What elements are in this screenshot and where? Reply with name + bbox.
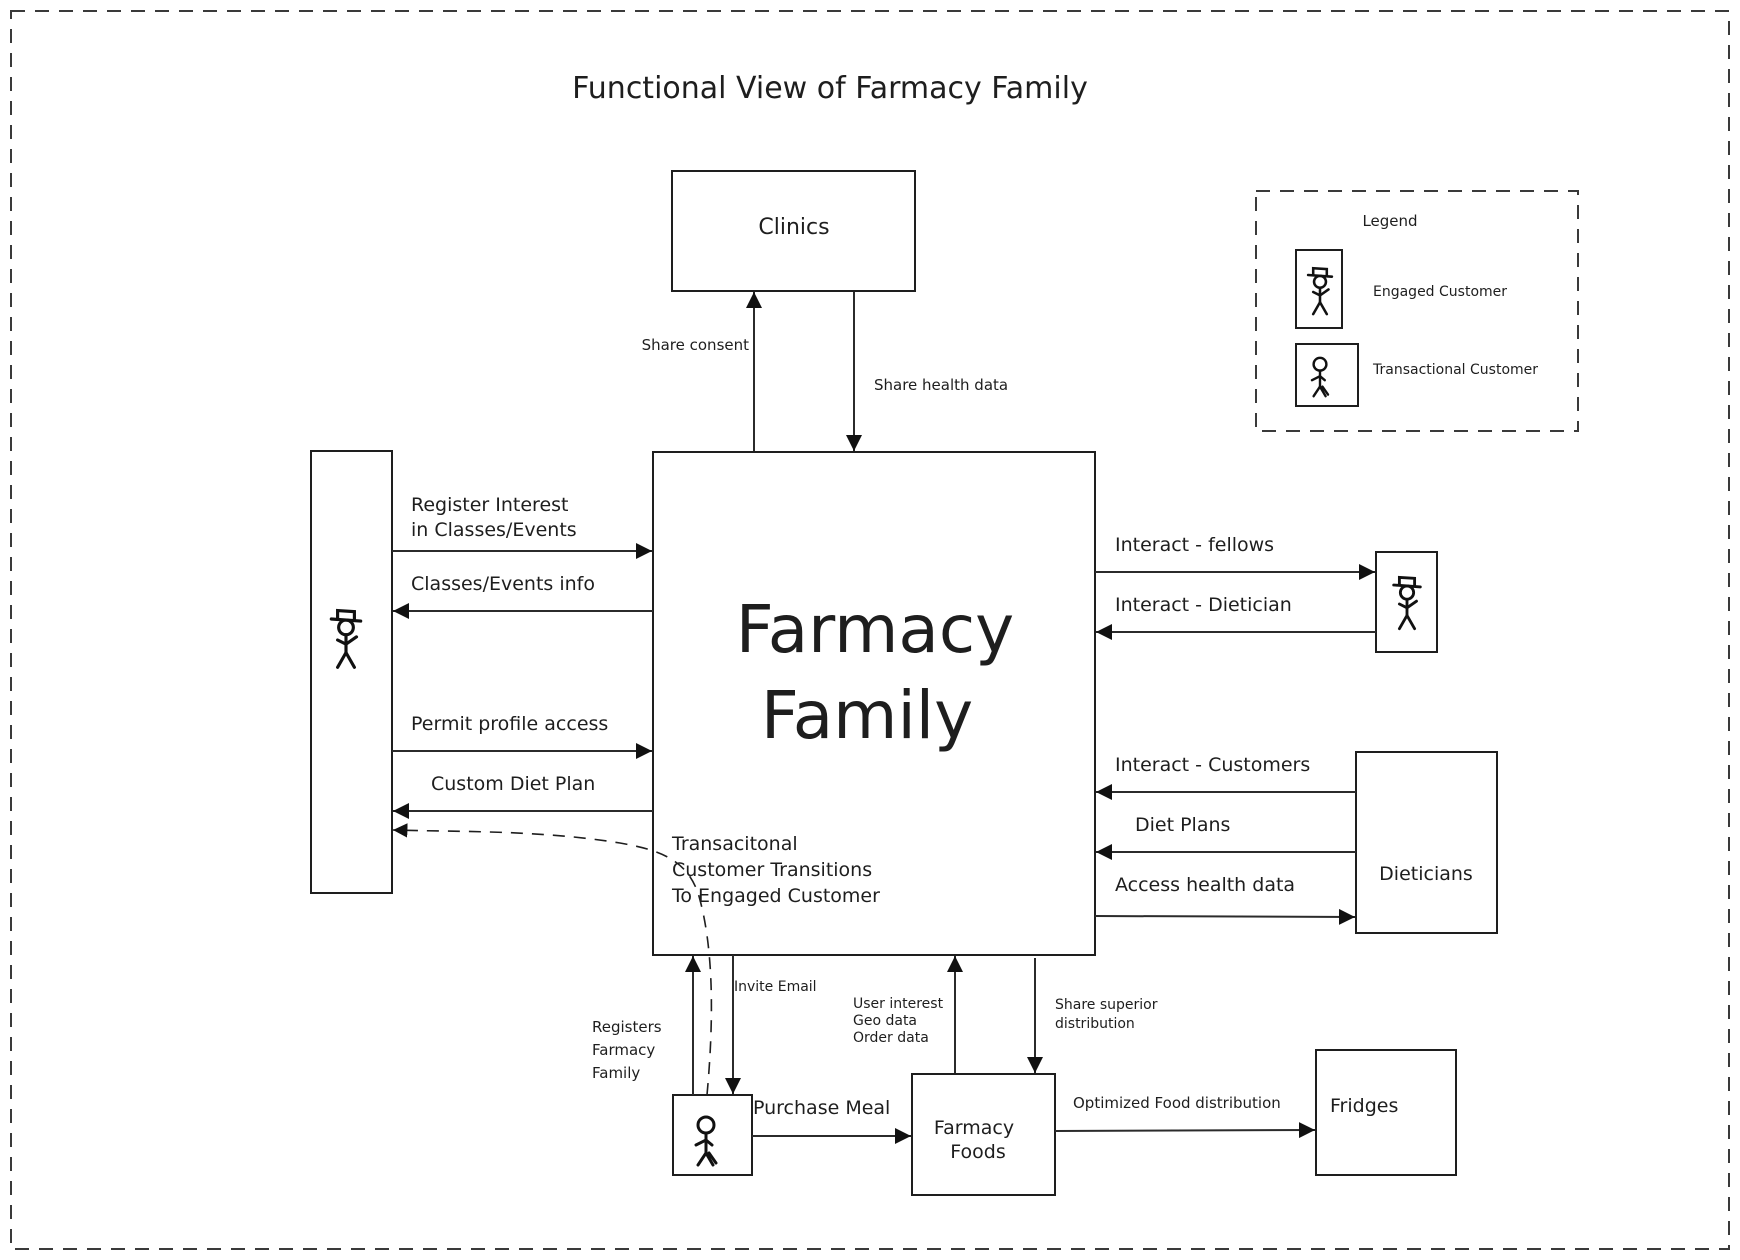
edge-share-distribution-label-1: Share superior [1055,997,1158,1013]
node-farmacy-foods[interactable]: Farmacy Foods [911,1073,1056,1196]
edge-share-health-data-label: Share health data [874,376,1008,394]
legend-engaged-label: Engaged Customer [1373,284,1507,300]
edge-permit-profile-label: Permit profile access [411,713,608,735]
edge-registers-label-1: Registers [592,1018,662,1036]
edge-share-consent-label: Share consent [642,336,750,354]
edge-register-interest-label-1: Register Interest [411,494,568,516]
node-transactional-customer[interactable] [672,1094,753,1176]
edge-interact-dietician-label: Interact - Dietician [1115,594,1292,616]
transition-note-1: Transacitonal [671,833,798,855]
fridges-label: Fridges [1330,1095,1398,1117]
edge-interact-fellows-label: Interact - fellows [1115,534,1274,556]
edge-optimized-distribution [1054,1122,1316,1139]
edge-user-data-label-1: User interest [853,996,944,1012]
engaged-customer-left-box[interactable] [310,450,393,894]
legend-transactional-label: Transactional Customer [1372,362,1538,378]
transition-note-3: To Engaged Customer [671,885,880,907]
dieticians-box[interactable] [1355,751,1498,934]
edge-optimized-distribution-label: Optimized Food distribution [1073,1094,1281,1112]
edge-register-interest-label-2: in Classes/Events [411,519,577,541]
farmacy-family-line1: Farmacy [736,591,1014,668]
farmacy-foods-line1: Farmacy [934,1117,1014,1139]
farmacy-family-line2: Family [761,677,973,754]
legend-title: Legend [1362,212,1417,230]
diagram-title: Functional View of Farmacy Family [572,71,1088,106]
node-dieticians[interactable]: Dieticians [1355,751,1498,934]
edge-interact-customers-label: Interact - Customers [1115,754,1310,776]
edge-access-health-label: Access health data [1115,874,1295,896]
edge-invite-email-label: Invite Email [734,979,817,995]
edge-registers-label-3: Family [592,1064,640,1082]
transition-note-2: Customer Transitions [672,859,872,881]
diagram-canvas: Functional View of Farmacy Family Legend… [10,10,1730,1250]
farmacy-foods-line2: Foods [950,1141,1005,1163]
edge-user-data-label-2: Geo data [853,1013,917,1029]
legend: Legend Engaged Customer Transactional Cu… [1255,190,1579,432]
edge-classes-info-label: Classes/Events info [411,573,595,595]
edge-user-data-label-3: Order data [853,1030,929,1046]
edge-access-health [1094,908,1356,925]
edge-purchase-meal-label: Purchase Meal [753,1097,890,1119]
node-engaged-customer-left[interactable] [310,450,393,894]
edge-registers-label-2: Farmacy [592,1041,655,1059]
edge-share-distribution-label-2: distribution [1055,1016,1135,1032]
node-engaged-customer-right[interactable] [1375,551,1438,653]
dieticians-label: Dieticians [1379,863,1473,885]
node-clinics[interactable]: Clinics [671,170,916,292]
edge-diet-plans-label: Diet Plans [1135,814,1230,836]
legend-transactional-box [1295,343,1359,407]
edge-custom-diet-label: Custom Diet Plan [431,773,595,795]
clinics-label: Clinics [758,215,829,240]
node-fridges[interactable]: Fridges [1315,1049,1457,1176]
